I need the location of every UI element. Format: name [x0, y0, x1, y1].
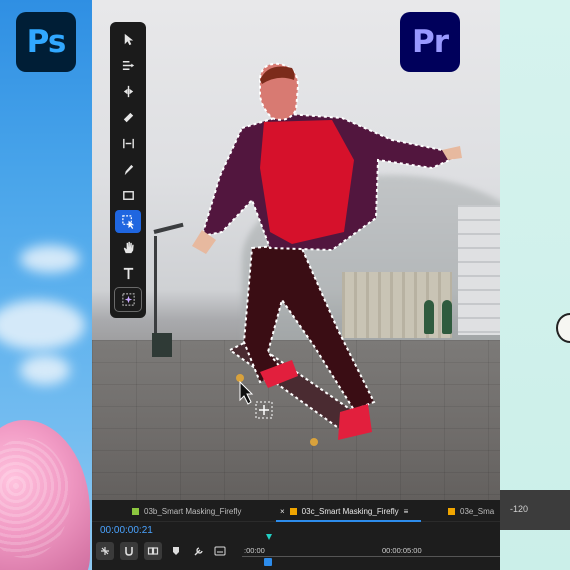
program-monitor-video[interactable]	[92, 0, 500, 500]
pen-tool-button[interactable]	[115, 158, 141, 181]
tools-panel	[110, 22, 146, 318]
pen-icon	[124, 164, 133, 176]
wrench-icon	[194, 546, 203, 555]
tab-color-swatch	[448, 507, 455, 515]
slip-tool-button[interactable]	[115, 132, 141, 155]
masked-skateboarder[interactable]	[92, 0, 500, 500]
selection-tool-button[interactable]	[115, 28, 141, 51]
hand-icon	[123, 241, 134, 254]
tab-label: 03c_Smart Masking_Firefly	[301, 506, 399, 516]
tab-03e-smart-masking[interactable]: 03e_Sma	[448, 500, 494, 522]
rectangle-tool-button[interactable]	[115, 184, 141, 207]
magnet-icon	[125, 547, 133, 556]
sparkle-select-icon	[121, 293, 135, 306]
cloud-shape	[0, 300, 85, 350]
generative-select-tool-button[interactable]	[114, 287, 142, 312]
captions-button[interactable]	[212, 542, 228, 560]
tab-label: 03e_Sma	[460, 506, 495, 516]
razor-tool-button[interactable]	[115, 106, 141, 129]
photoshop-logo: Ps	[16, 12, 76, 72]
tab-color-swatch	[132, 507, 139, 515]
tab-color-swatch	[289, 507, 297, 515]
object-select-tool-button[interactable]	[115, 210, 141, 233]
right-ruler: -120	[500, 490, 570, 530]
skater-head	[259, 62, 300, 121]
type-tool-button[interactable]	[115, 262, 141, 285]
timeline-panel: 03b_Smart Masking_Firefly × 03c_Smart Ma…	[92, 500, 500, 570]
skater-torso	[192, 112, 462, 254]
link-icon	[147, 547, 159, 555]
type-icon	[123, 267, 133, 280]
track-select-icon	[122, 61, 134, 70]
object-select-icon	[121, 215, 134, 229]
add-marker-button[interactable]	[168, 542, 184, 560]
playhead-timecode[interactable]: 00:00:00:21	[100, 525, 153, 536]
ruler-time-mark: 00:00:05:00	[382, 546, 422, 555]
close-icon[interactable]: ×	[280, 507, 285, 516]
ruler-start-time: :00:00	[244, 546, 265, 555]
arrow-cursor-icon	[124, 33, 133, 46]
captions-icon	[214, 546, 226, 556]
tab-03b-smart-masking[interactable]: 03b_Smart Masking_Firefly	[132, 500, 241, 522]
slip-icon	[122, 138, 134, 149]
cloud-shape	[20, 355, 70, 385]
snap-button[interactable]	[120, 542, 138, 560]
linked-selection-button[interactable]	[144, 542, 162, 560]
playhead-handle[interactable]	[264, 558, 272, 566]
timeline-settings-button[interactable]	[190, 542, 206, 560]
menu-icon[interactable]: ≡	[404, 507, 409, 516]
nest-icon	[101, 547, 109, 555]
photoshop-background-panel	[0, 0, 92, 570]
insert-sequence-nest-button[interactable]	[96, 542, 114, 560]
rectangle-icon	[122, 191, 134, 200]
playhead-marker[interactable]	[266, 534, 272, 540]
marker-icon	[173, 547, 179, 555]
time-ruler[interactable]	[242, 556, 500, 557]
cursor-with-add-icon	[239, 380, 273, 419]
timeline-tool-row	[96, 542, 228, 560]
ripple-edit-tool-button[interactable]	[115, 80, 141, 103]
cloud-shape	[20, 245, 80, 273]
sequence-tabs: 03b_Smart Masking_Firefly × 03c_Smart Ma…	[92, 500, 500, 522]
premiere-pro-logo: Pr	[400, 12, 460, 72]
hand-tool-button[interactable]	[115, 236, 141, 259]
razor-icon	[123, 112, 133, 123]
ruler-value: -120	[510, 504, 529, 514]
active-tab-indicator	[276, 520, 421, 522]
tab-label: 03b_Smart Masking_Firefly	[144, 506, 242, 516]
track-select-tool-button[interactable]	[115, 54, 141, 77]
pink-fur-coat	[0, 420, 90, 570]
ripple-edit-icon	[123, 85, 133, 98]
tab-03c-smart-masking[interactable]: × 03c_Smart Masking_Firefly ≡	[280, 500, 408, 522]
right-background-panel: -120	[500, 0, 570, 570]
